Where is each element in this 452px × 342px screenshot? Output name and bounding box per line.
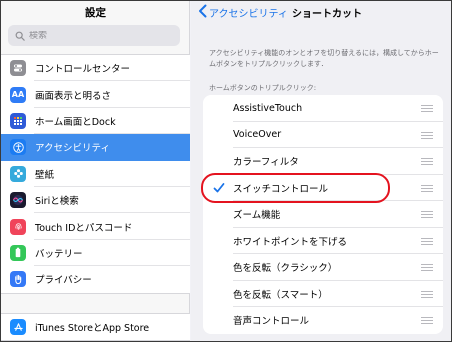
shortcut-option-row[interactable]: 色を反転（クラシック）	[203, 254, 443, 281]
toggles-icon	[10, 60, 26, 77]
sidebar-group-store: iTunes StoreとApp Store	[1, 313, 190, 341]
reorder-grip-icon[interactable]	[421, 158, 433, 165]
reorder-grip-icon[interactable]	[421, 290, 433, 298]
app-store-icon	[10, 319, 26, 336]
fingerprint-icon	[10, 218, 26, 235]
sidebar-item[interactable]: コントロールセンター	[1, 55, 190, 82]
sidebar-item[interactable]: Siriと検索	[1, 187, 190, 214]
reorder-grip-icon[interactable]	[421, 131, 433, 139]
window: 設定 コントロールセンター AA 画面表示と明るさホーム画面とDock アクセシビリテ…	[0, 0, 452, 342]
sidebar-item[interactable]: バッテリー	[1, 240, 190, 267]
shortcut-option-label: 音声コントロール	[233, 316, 310, 328]
sidebar-item-label: 壁紙	[35, 169, 55, 181]
sidebar-item-label: Touch IDとパスコード	[35, 222, 133, 234]
sidebar-item[interactable]: アクセシビリティ	[1, 134, 190, 161]
shortcut-option-row[interactable]: ズーム機能	[203, 201, 443, 228]
reorder-grip-icon[interactable]	[421, 264, 433, 271]
reorder-grip-icon[interactable]	[421, 211, 433, 218]
shortcut-option-label: 色を反転（クラシック）	[233, 263, 338, 275]
page-title: ショートカット	[292, 9, 362, 20]
reorder-grip-icon[interactable]	[421, 184, 433, 192]
sidebar-item-label: Siriと検索	[35, 196, 79, 208]
sidebar-item[interactable]: Touch IDとパスコード	[1, 213, 190, 240]
sidebar-item-label: 画面表示と明るさ	[35, 90, 112, 102]
back-chevron-icon[interactable]	[198, 4, 207, 18]
highlight-ring	[201, 173, 390, 203]
settings-sidebar: 設定 コントロールセンター AA 画面表示と明るさホーム画面とDock アクセシビリテ…	[1, 1, 190, 341]
battery-icon	[10, 244, 26, 261]
shortcut-option-label: ズーム機能	[233, 210, 281, 222]
sidebar-item[interactable]: iTunes StoreとApp Store	[1, 314, 190, 340]
shortcut-option-row[interactable]: 音声コントロール	[203, 307, 443, 334]
text-size-icon: AA	[10, 86, 26, 103]
shortcut-options-list: AssistiveTouch VoiceOver カラーフィルタ スイッチコントロール…	[203, 95, 443, 334]
section-header: ホームボタンのトリプルクリック:	[209, 84, 317, 92]
siri-icon	[10, 192, 26, 209]
sidebar-item[interactable]: AA 画面表示と明るさ	[1, 81, 190, 108]
sidebar-group-main: コントロールセンター AA 画面表示と明るさ ホーム画面とDock アクセシビリティ 壁紙…	[1, 54, 190, 294]
sidebar-item-label: iTunes StoreとApp Store	[35, 323, 150, 335]
home-grid-icon	[10, 112, 26, 129]
search-icon	[15, 31, 25, 41]
sidebar-item-label: プライバシー	[35, 275, 92, 287]
sidebar-item-label: バッテリー	[35, 248, 83, 260]
shortcut-option-row[interactable]: カラーフィルタ	[203, 148, 443, 175]
reorder-grip-icon[interactable]	[421, 317, 433, 324]
back-button[interactable]: アクセシビリティ	[209, 5, 288, 20]
reorder-grip-icon[interactable]	[421, 237, 433, 245]
reorder-grip-icon[interactable]	[421, 105, 433, 112]
shortcut-pane: アクセシビリティ ショートカット アクセシビリティ機能のオンとオフを切り替えるに…	[191, 1, 451, 341]
shortcut-option-row[interactable]: ホワイトポイントを下げる	[203, 228, 443, 254]
shortcut-option-row[interactable]: VoiceOver	[203, 122, 443, 148]
shortcut-option-row[interactable]: 色を反転（スマート）	[203, 281, 443, 307]
shortcut-description: アクセシビリティ機能のオンとオフを切り替えるには，構成してからホームボタンをトリ…	[209, 49, 439, 68]
search-field[interactable]	[8, 25, 180, 46]
sidebar-title: 設定	[85, 7, 106, 19]
privacy-hand-icon	[10, 271, 26, 288]
sidebar-item-label: アクセシビリティ	[35, 143, 110, 155]
shortcut-option-label: カラーフィルタ	[233, 157, 299, 169]
sidebar-item[interactable]: 壁紙	[1, 161, 190, 187]
nav-bar: アクセシビリティ ショートカット	[191, 1, 451, 23]
wallpaper-flower-icon	[10, 165, 26, 182]
shortcut-option-label: VoiceOver	[233, 129, 282, 141]
accessibility-icon	[10, 139, 26, 156]
search-input[interactable]	[29, 30, 169, 41]
shortcut-option-label: ホワイトポイントを下げる	[233, 236, 348, 248]
shortcut-option-label: AssistiveTouch	[233, 102, 303, 114]
sidebar-item-label: ホーム画面とDock	[35, 116, 116, 128]
sidebar-item-label: コントロールセンター	[35, 64, 131, 76]
shortcut-option-row[interactable]: AssistiveTouch	[203, 95, 443, 122]
sidebar-item[interactable]: ホーム画面とDock	[1, 108, 190, 135]
sidebar-item[interactable]: プライバシー	[1, 266, 190, 292]
shortcut-option-label: 色を反転（スマート）	[233, 289, 328, 301]
